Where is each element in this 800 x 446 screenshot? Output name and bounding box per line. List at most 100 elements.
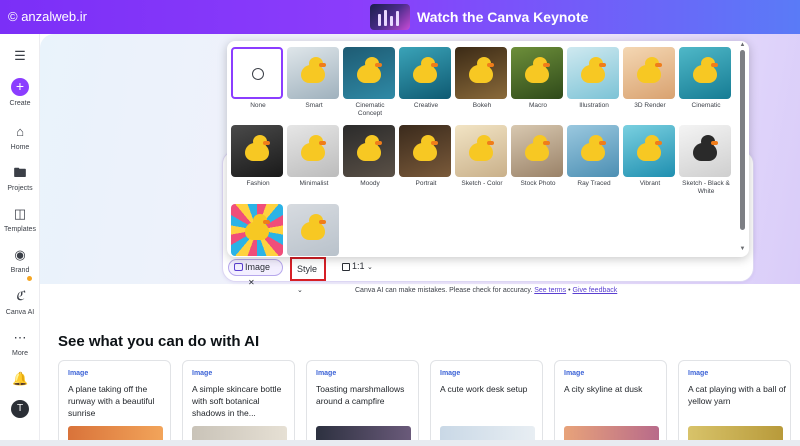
palette-icon: [231, 47, 283, 99]
square-icon: [342, 263, 350, 271]
sidebar-item-label: Projects: [7, 185, 33, 192]
card-tag: Image: [192, 370, 213, 377]
give-feedback-link[interactable]: Give feedback: [573, 287, 618, 294]
sidebar-item-label: Templates: [4, 226, 36, 233]
style-option-label: Cinematic: [691, 102, 721, 109]
sidebar-item-label: Create: [9, 100, 31, 107]
sidebar-item-brand[interactable]: ◉ Brand: [0, 247, 40, 274]
style-option[interactable]: Sketch - Color: [455, 125, 509, 188]
style-option[interactable]: Sketch - Black & White: [679, 125, 733, 196]
style-option[interactable]: Bokeh: [455, 47, 509, 110]
style-chip-label: Style: [297, 264, 318, 274]
canva-ai-icon: ℭ: [15, 289, 25, 304]
sidebar-item-more[interactable]: ⋯ More: [0, 330, 40, 357]
style-option[interactable]: Illustration: [567, 47, 621, 110]
duck-beak: [599, 141, 606, 145]
style-option-label: 3D Render: [634, 102, 666, 109]
style-option[interactable]: [231, 204, 285, 256]
style-option[interactable]: Moody: [343, 125, 397, 188]
duck-beak: [431, 141, 438, 145]
sidebar-item-projects[interactable]: 🖿 Projects: [0, 165, 40, 192]
style-option[interactable]: Smart: [287, 47, 341, 110]
duck-beak: [319, 220, 326, 224]
style-thumbnail: [343, 125, 395, 177]
duck-beak: [375, 63, 382, 67]
style-thumbnail: [231, 204, 283, 256]
sidebar-item-templates[interactable]: ◫ Templates: [0, 206, 40, 233]
os-taskbar: [0, 440, 800, 446]
style-option[interactable]: Minimalist: [287, 125, 341, 188]
suggestion-card[interactable]: Image Toasting marshmallows around a camp…: [306, 360, 419, 446]
style-option[interactable]: Cinematic Concept: [343, 47, 397, 118]
style-option[interactable]: Macro: [511, 47, 565, 110]
style-dropdown[interactable]: Style ⌄: [290, 257, 326, 294]
style-option[interactable]: Fashion: [231, 125, 285, 188]
close-icon[interactable]: ✕: [248, 278, 255, 287]
card-prompt: A city skyline at dusk: [564, 384, 643, 394]
sidebar: ☰ + Create ⌂ Home 🖿 Projects ◫ Templates…: [0, 34, 40, 446]
plus-icon: +: [11, 78, 29, 96]
image-mode-chip[interactable]: Image ✕: [228, 259, 283, 287]
brand-badge: [27, 276, 32, 281]
style-option[interactable]: Ray Traced: [567, 125, 621, 188]
disclaimer-separator: •: [568, 287, 571, 294]
style-thumbnail: [679, 125, 731, 177]
suggestion-card[interactable]: Image A cute work desk setup: [430, 360, 543, 446]
suggestion-card[interactable]: Image A simple skincare bottle with soft …: [182, 360, 295, 446]
scroll-up-arrow[interactable]: ▲: [738, 42, 747, 48]
keynote-link[interactable]: Watch the Canva Keynote: [417, 9, 588, 25]
style-option-label: Sketch - Black & White: [682, 180, 730, 195]
menu-button[interactable]: ☰: [0, 48, 40, 68]
duck-beak: [487, 141, 494, 145]
suggestion-card[interactable]: Image A cat playing with a ball of yellow…: [678, 360, 791, 446]
duck-beak: [319, 141, 326, 145]
sidebar-item-canva-ai[interactable]: ℭ Canva AI: [0, 289, 40, 316]
style-thumbnail: [287, 125, 339, 177]
style-thumbnail: [399, 125, 451, 177]
style-option[interactable]: None: [231, 47, 285, 110]
duck-beak: [263, 141, 270, 145]
card-prompt: A plane taking off the runway with a bea…: [68, 384, 155, 418]
see-terms-link[interactable]: See terms: [534, 287, 566, 294]
image-chip-label: Image: [245, 262, 271, 272]
duck-beak: [543, 63, 550, 67]
disclaimer-text: Canva AI can make mistakes. Please check…: [355, 287, 533, 294]
keynote-banner[interactable]: © anzalweb.ir Watch the Canva Keynote: [0, 0, 800, 34]
style-thumbnail: [399, 47, 451, 99]
duck-beak: [711, 63, 718, 67]
style-option-label: Creative: [413, 102, 439, 109]
style-option[interactable]: Cinematic: [679, 47, 733, 110]
card-prompt: Toasting marshmallows around a campfire: [316, 384, 405, 406]
sidebar-item-create[interactable]: + Create: [0, 78, 40, 107]
more-icon: ⋯: [13, 330, 27, 345]
style-option-label: Vibrant: [639, 180, 661, 187]
sidebar-item-label: Brand: [10, 267, 30, 274]
style-option[interactable]: Creative: [399, 47, 453, 110]
avatar[interactable]: T: [11, 400, 29, 418]
style-thumbnail: [511, 47, 563, 99]
bell-icon: 🔔: [12, 371, 29, 386]
brand-icon: ◉: [14, 247, 26, 262]
style-option[interactable]: Vibrant: [623, 125, 677, 188]
scroll-down-arrow[interactable]: ▼: [738, 246, 747, 252]
style-option[interactable]: 3D Render: [623, 47, 677, 110]
aspect-ratio-dropdown[interactable]: 1:1 ⌄: [336, 259, 378, 276]
notifications-button[interactable]: 🔔: [0, 371, 40, 391]
duck-beak: [711, 141, 718, 145]
style-option-label: None: [250, 102, 266, 109]
style-option[interactable]: Stock Photo: [511, 125, 565, 188]
style-thumbnail: [679, 47, 731, 99]
home-icon: ⌂: [16, 124, 24, 139]
suggestion-card[interactable]: Image A city skyline at dusk: [554, 360, 667, 446]
sidebar-item-home[interactable]: ⌂ Home: [0, 124, 40, 151]
style-thumbnail: [343, 47, 395, 99]
suggestion-card[interactable]: Image A plane taking off the runway with …: [58, 360, 171, 446]
duck-beak: [263, 220, 270, 224]
style-option-label: Ray Traced: [577, 180, 611, 187]
duck-beak: [487, 63, 494, 67]
scrollbar-thumb[interactable]: [740, 50, 745, 230]
style-option[interactable]: [287, 204, 341, 256]
style-option[interactable]: Portrait: [399, 125, 453, 188]
sidebar-item-label: Home: [10, 144, 30, 151]
style-option-label: Moody: [360, 180, 380, 187]
